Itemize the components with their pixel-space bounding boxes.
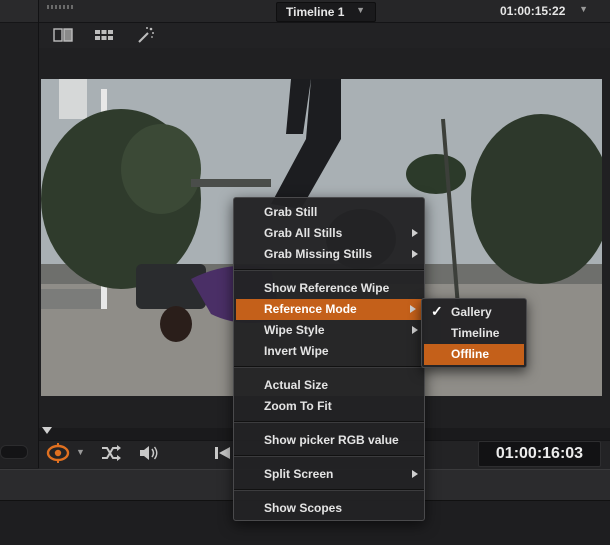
menu-item-label: Wipe Style	[264, 323, 325, 337]
menu-item-actual-size[interactable]: Actual Size	[234, 375, 424, 396]
reference-mode-submenu: ✓ Gallery Timeline Offline	[421, 298, 527, 368]
menu-separator	[234, 269, 424, 271]
menu-separator	[234, 366, 424, 368]
menu-item-label: Invert Wipe	[264, 344, 329, 358]
transport-timecode-value: 01:00:16:03	[495, 445, 584, 462]
timeline-name: Timeline 1	[286, 5, 345, 19]
submenu-arrow-icon	[412, 326, 418, 334]
menu-item-label: Split Screen	[264, 467, 334, 481]
submenu-item-label: Timeline	[451, 326, 500, 340]
menu-item-reference-mode[interactable]: Reference Mode	[236, 299, 422, 320]
viewer-context-menu: Grab Still Grab All Stills Grab Missing …	[233, 197, 425, 521]
submenu-item-timeline[interactable]: Timeline	[422, 323, 526, 344]
menu-item-label: Show picker RGB value	[264, 433, 399, 447]
highlight-tool-icon[interactable]	[45, 443, 75, 463]
menu-item-grab-still[interactable]: Grab Still	[234, 202, 424, 223]
split-view-icon[interactable]	[52, 24, 74, 46]
menu-separator	[234, 455, 424, 457]
transport-timecode: 01:00:16:03	[478, 441, 601, 467]
menu-separator	[234, 421, 424, 423]
menu-item-label: Grab All Stills	[264, 226, 343, 240]
submenu-arrow-icon	[412, 250, 418, 258]
chevron-down-icon: ▼	[579, 4, 588, 14]
shuffle-icon[interactable]	[100, 444, 122, 462]
magic-wand-icon[interactable]	[135, 24, 157, 46]
header-timecode: 01:00:15:22	[500, 4, 566, 18]
menu-item-label: Grab Missing Stills	[264, 247, 373, 261]
submenu-arrow-icon	[412, 470, 418, 478]
menu-separator	[234, 489, 424, 491]
submenu-item-offline[interactable]: Offline	[424, 344, 524, 365]
menu-item-label: Actual Size	[264, 378, 329, 392]
left-panel	[0, 0, 39, 468]
left-panel-scrollbar[interactable]	[0, 445, 28, 459]
chevron-down-icon[interactable]: ▼	[76, 447, 86, 457]
grid-view-icon[interactable]	[93, 24, 115, 46]
left-panel-header	[0, 0, 38, 23]
timecode-dropdown[interactable]: 01:00:15:22 ▼	[486, 2, 598, 20]
chevron-down-icon: ▼	[356, 5, 365, 15]
submenu-arrow-icon	[412, 229, 418, 237]
playhead-handle[interactable]	[42, 427, 52, 434]
menu-item-split-screen[interactable]: Split Screen	[234, 464, 424, 485]
menu-item-label: Grab Still	[264, 205, 318, 219]
panel-grip-handle[interactable]	[47, 5, 75, 9]
submenu-item-gallery[interactable]: ✓ Gallery	[422, 302, 526, 323]
menu-item-label: Zoom To Fit	[264, 399, 332, 413]
timeline-dropdown[interactable]: Timeline 1 ▼	[276, 2, 376, 22]
menu-item-zoom-to-fit[interactable]: Zoom To Fit	[234, 396, 424, 417]
menu-item-show-scopes[interactable]: Show Scopes	[234, 498, 424, 519]
skip-back-icon[interactable]	[212, 444, 232, 462]
submenu-item-label: Gallery	[451, 305, 492, 319]
menu-item-label: Reference Mode	[264, 302, 357, 316]
menu-item-grab-all-stills[interactable]: Grab All Stills	[234, 223, 424, 244]
menu-item-wipe-style[interactable]: Wipe Style	[234, 320, 424, 341]
viewer-toolbar	[39, 23, 610, 48]
menu-item-show-reference-wipe[interactable]: Show Reference Wipe	[234, 278, 424, 299]
speaker-icon[interactable]	[138, 444, 160, 462]
menu-item-label: Show Scopes	[264, 501, 343, 515]
submenu-item-label: Offline	[451, 347, 489, 361]
menu-item-label: Show Reference Wipe	[264, 281, 390, 295]
menu-item-grab-missing-stills[interactable]: Grab Missing Stills	[234, 244, 424, 265]
checkmark-icon: ✓	[431, 303, 443, 319]
menu-item-show-picker-rgb[interactable]: Show picker RGB value	[234, 430, 424, 451]
submenu-arrow-icon	[410, 305, 416, 313]
menu-item-invert-wipe[interactable]: Invert Wipe	[234, 341, 424, 362]
